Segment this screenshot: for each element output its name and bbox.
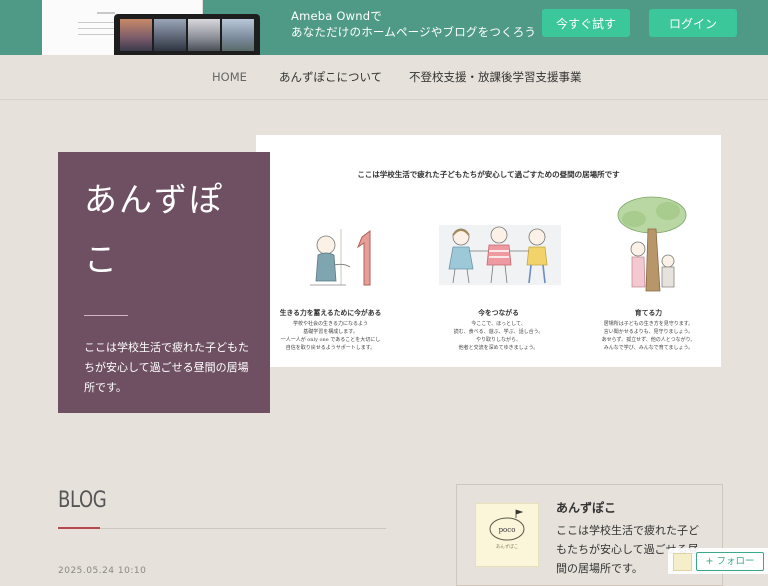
logo-subtext: あんずぽこ (496, 543, 519, 550)
logo-drawing: poco あんずぽこ (489, 509, 525, 550)
preview-tablet (114, 14, 260, 55)
illustration-column-1: 生きる力を蓄えるために今がある 学校や社会の生きる力になるよう 基礎学習を構成し… (258, 307, 403, 352)
column-3-body: 居場所は子どもの生き方を見守ります。 言い聞かせるよりも、見守りましょう。 あせ… (576, 320, 721, 352)
column-2-body: 今ここで、ほっとして、 読む、食べる、遊ぶ、学ぶ、話し合う。 やり取りしながら、… (426, 320, 571, 352)
follow-widget: + フォロー (668, 548, 768, 574)
promo-site-preview-image (42, 0, 260, 55)
ameba-ownd-promo-banner: Ameba Owndで あなただけのホームページやブログをつくろう 今すぐ試す … (0, 0, 768, 55)
site-logo-thumbnail (673, 553, 692, 571)
column-1-line: 自信を取り戻せるようサポートします。 (285, 345, 376, 351)
column-2-line: 今ここで、ほっとして、 (471, 321, 526, 327)
profile-name[interactable]: あんずぽこ (556, 499, 616, 516)
illustration-title: ここは学校生活で疲れた子どもたちが安心して過ごすための昼間の居場所です (357, 170, 620, 179)
column-1-line: 基礎学習を構成します。 (303, 329, 358, 335)
column-2-heading: 今をつながる (478, 309, 519, 317)
child-with-number-one-drawing (310, 229, 371, 286)
column-3-line: 居場所は子どもの生き方を見守ります。 (603, 321, 694, 327)
promo-line-2: あなただけのホームページやブログをつくろう (291, 25, 537, 39)
blog-heading-accent-rule (58, 527, 100, 529)
anzupoco-logo-icon[interactable]: poco あんずぽこ (475, 503, 539, 567)
try-now-button[interactable]: 今すぐ試す (542, 9, 630, 37)
illustration-column-3: 育てる力 居場所は子どもの生き方を見守ります。 言い聞かせるよりも、見守りましょ… (576, 307, 721, 352)
login-button[interactable]: ログイン (649, 9, 737, 37)
hero-title-box: あんずぽこ ここは学校生活で疲れた子どもたちが安心して過ごせる昼間の居場所です。 (58, 152, 270, 413)
column-3-line: 言い聞かせるよりも、見守りましょう。 (603, 329, 694, 335)
illustration-column-2: 今をつながる 今ここで、ほっとして、 読む、食べる、遊ぶ、学ぶ、話し合う。 やり… (426, 307, 571, 352)
column-2-line: 他者と交流を深めてゆきましょう。 (458, 345, 539, 351)
column-2-line: 読む、食べる、遊ぶ、学ぶ、話し合う。 (453, 329, 544, 335)
nav-item-about[interactable]: あんずぽこについて (279, 55, 382, 99)
blog-heading: BLOG (58, 488, 107, 513)
hero-divider (84, 315, 128, 316)
promo-line-1: Ameba Owndで (291, 9, 382, 23)
column-1-body: 学校や社会の生きる力になるよう 基礎学習を構成します。 一人一人が only o… (258, 320, 403, 352)
column-3-heading: 育てる力 (634, 309, 663, 317)
nav-item-home[interactable]: HOME (212, 55, 247, 99)
column-3-line: あせらず、孤立せず、他の人とつながり、 (601, 337, 696, 343)
logo-text: poco (499, 526, 516, 534)
hero-illustration: ここは学校生活で疲れた子どもたちが安心して過ごすための昼間の居場所です 生きる力… (256, 135, 721, 367)
tree-with-children-drawing (617, 196, 687, 292)
column-3-line: みんなで学び、みんなで育てましょう。 (603, 345, 694, 351)
column-2-line: やり取りしながら、 (475, 337, 521, 343)
children-holding-hands-drawing (439, 225, 561, 285)
site-description: ここは学校生活で疲れた子どもたちが安心して過ごせる昼間の居場所です。 (84, 341, 249, 394)
column-1-heading: 生きる力を蓄えるために今がある (279, 309, 382, 317)
nav-item-support-program[interactable]: 不登校支援・放課後学習支援事業 (409, 55, 582, 99)
promo-text: Ameba Owndで あなただけのホームページやブログをつくろう (291, 8, 536, 40)
column-1-line: 学校や社会の生きる力になるよう (293, 321, 368, 327)
column-1-line: 一人一人が only one であることを大切にし (280, 337, 381, 343)
blog-post-date: 2025.05.24 10:10 (58, 566, 147, 576)
main-navigation: HOME あんずぽこについて 不登校支援・放課後学習支援事業 (0, 55, 768, 100)
site-title: あんずぽこ (84, 180, 224, 279)
blog-heading-rule (100, 528, 386, 529)
follow-button[interactable]: + フォロー (696, 552, 764, 571)
